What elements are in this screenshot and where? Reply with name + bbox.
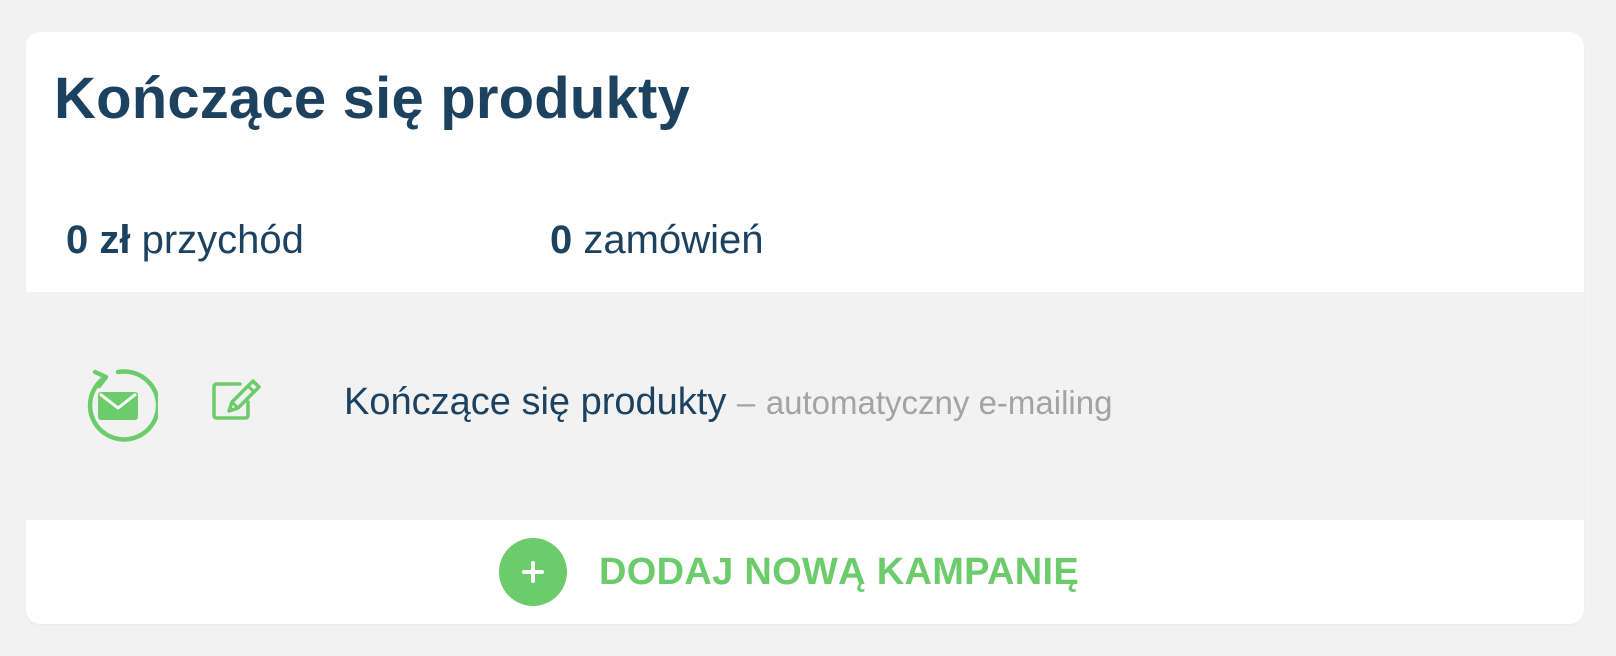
campaign-name-link[interactable]: Kończące się produkty [344, 381, 726, 423]
automatic-email-icon [78, 366, 161, 446]
products-ending-card: Kończące się produkty 0 zł przychód 0 za… [26, 32, 1584, 624]
plus-icon [499, 538, 567, 606]
campaign-row: Kończące się produkty – automatyczny e-m… [26, 292, 1584, 520]
revenue-label: przychód [141, 218, 304, 262]
add-campaign-button[interactable]: DODAJ NOWĄ KAMPANIĘ [26, 520, 1584, 624]
card-title: Kończące się produkty [54, 66, 690, 131]
add-campaign-content: DODAJ NOWĄ KAMPANIĘ [499, 538, 1079, 606]
revenue-stat: 0 zł przychód [66, 220, 304, 260]
revenue-value: 0 zł [66, 218, 131, 262]
orders-value: 0 [550, 218, 573, 262]
orders-stat: 0 zamówień [550, 220, 763, 260]
campaign-type-label: automatyczny e-mailing [765, 384, 1113, 421]
campaign-title: Kończące się produkty – automatyczny e-m… [344, 380, 1112, 426]
campaign-separator: – [736, 384, 756, 421]
add-campaign-label: DODAJ NOWĄ KAMPANIĘ [599, 550, 1079, 593]
orders-label: zamówień [583, 218, 764, 262]
edit-icon[interactable] [210, 378, 262, 422]
